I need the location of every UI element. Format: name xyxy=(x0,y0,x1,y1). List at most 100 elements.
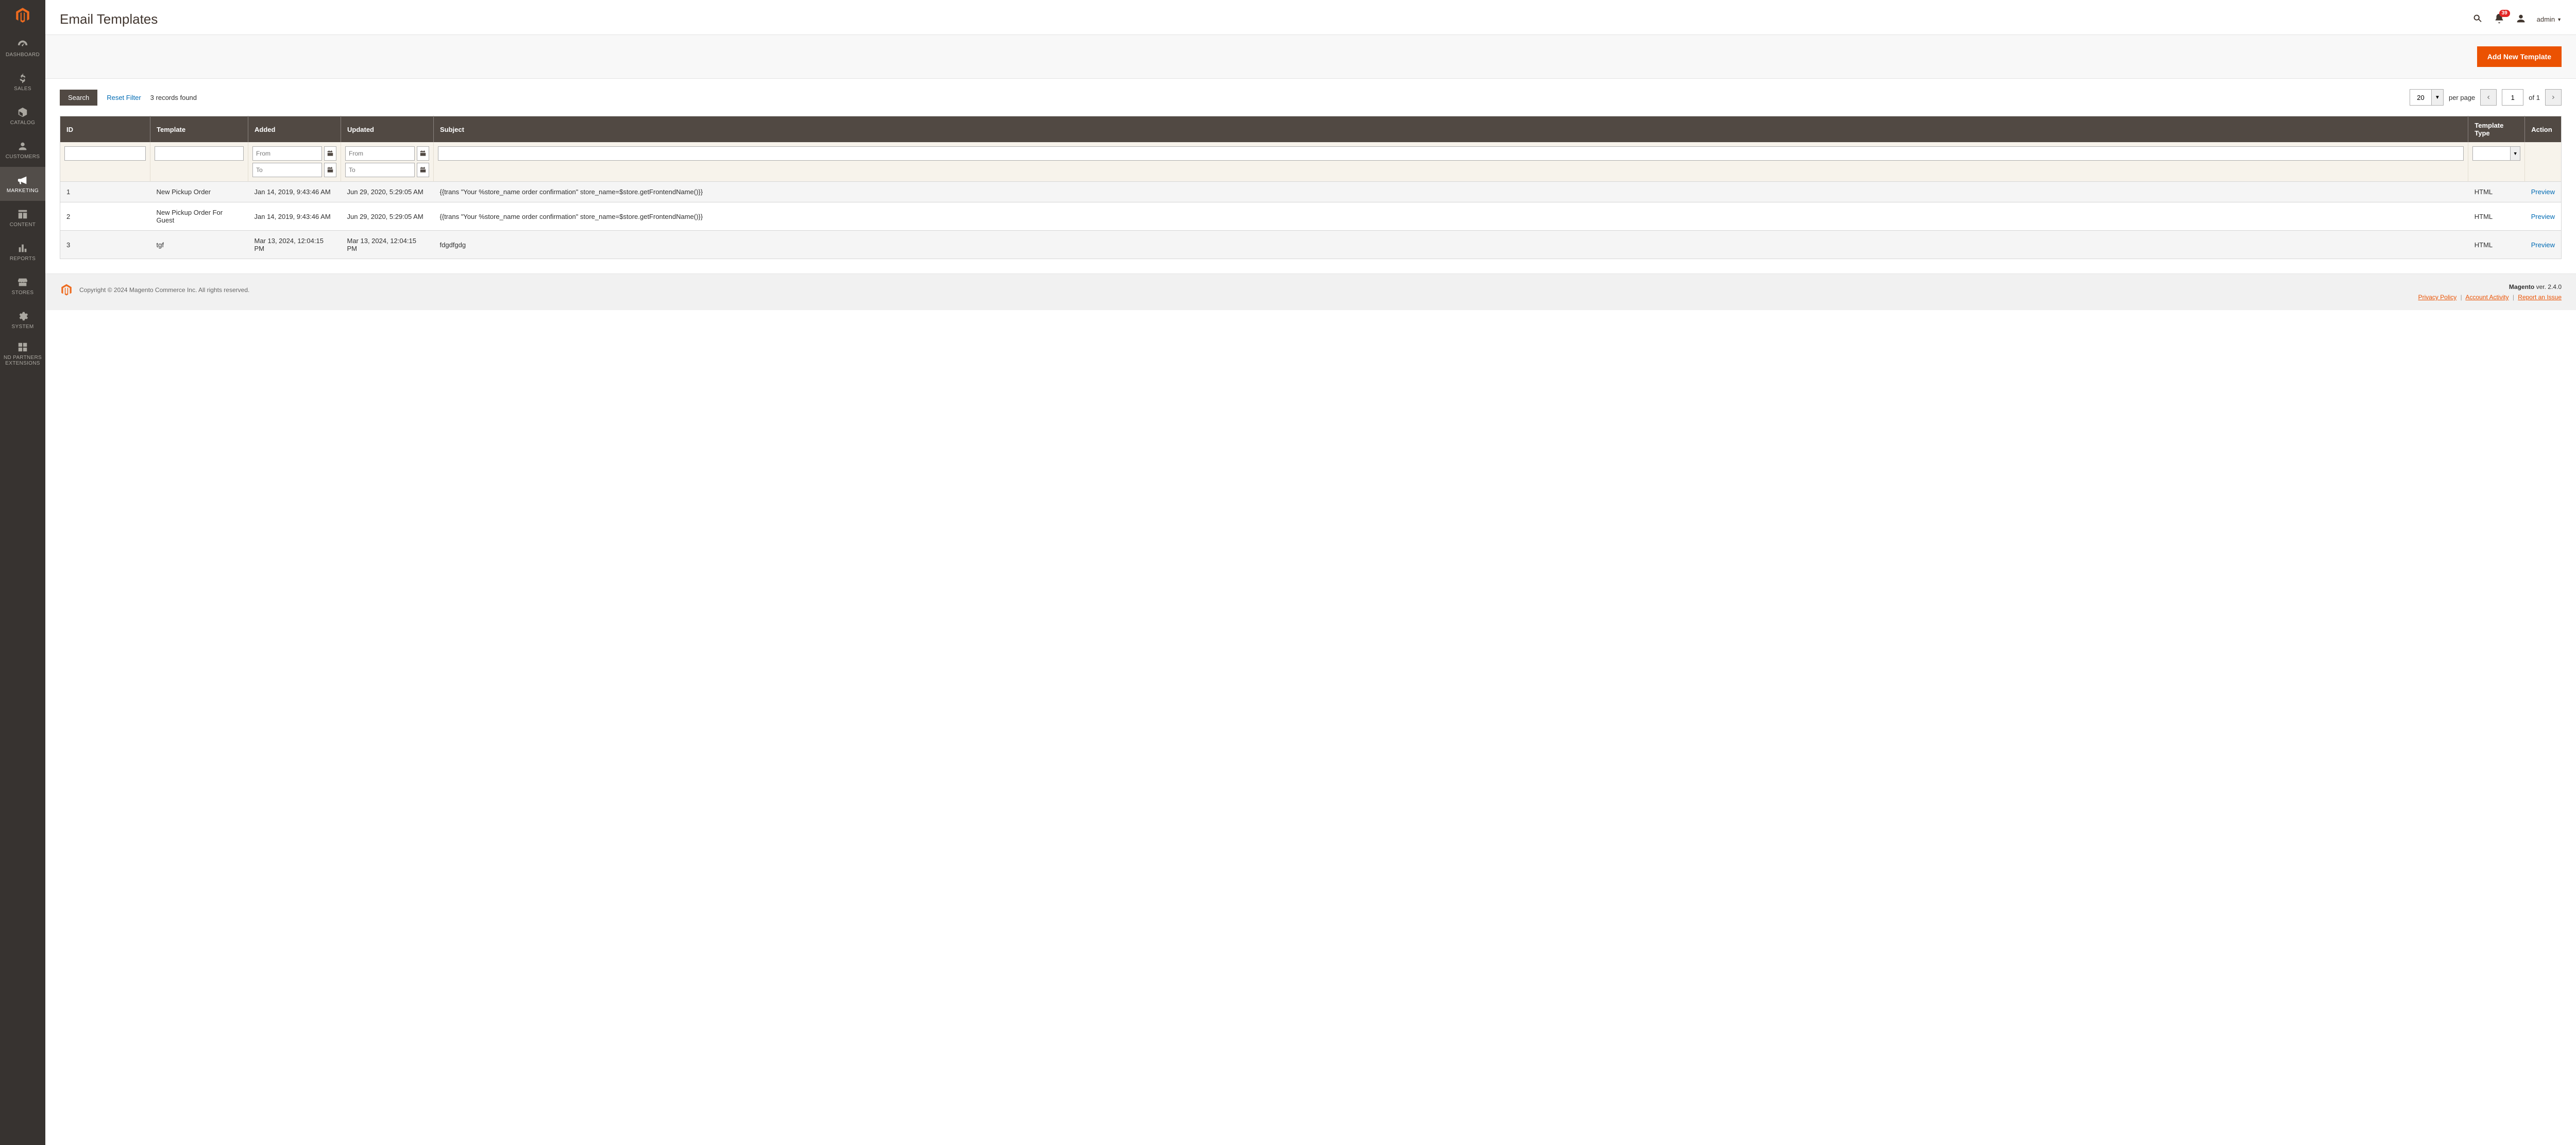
col-header-template[interactable]: Template xyxy=(150,116,248,143)
filter-template-input[interactable] xyxy=(155,146,244,161)
col-header-added[interactable]: Added xyxy=(248,116,341,143)
per-page-dropdown-button[interactable]: ▼ xyxy=(2431,89,2444,106)
sidebar-item-label: CONTENT xyxy=(10,222,36,228)
filter-added-to-input[interactable] xyxy=(252,163,322,177)
cell-type: HTML xyxy=(2468,231,2525,259)
col-header-id[interactable]: ID xyxy=(60,116,150,143)
cell-added: Jan 14, 2019, 9:43:46 AM xyxy=(248,202,341,231)
search-icon xyxy=(2472,13,2483,24)
preview-link[interactable]: Preview xyxy=(2531,241,2555,249)
footer: Copyright © 2024 Magento Commerce Inc. A… xyxy=(45,274,2576,310)
cell-type: HTML xyxy=(2468,202,2525,231)
account-activity-link[interactable]: Account Activity xyxy=(2465,294,2509,301)
cell-template: New Pickup Order For Guest xyxy=(150,202,248,231)
cell-subject: {{trans "Your %store_name order confirma… xyxy=(434,202,2468,231)
table-row[interactable]: 2New Pickup Order For GuestJan 14, 2019,… xyxy=(60,202,2562,231)
sidebar-item-catalog[interactable]: CATALOG xyxy=(0,99,45,133)
calendar-picker-button[interactable] xyxy=(417,146,429,161)
chevron-left-icon xyxy=(2486,95,2491,100)
sidebar-item-customers[interactable]: CUSTOMERS xyxy=(0,133,45,167)
col-header-action: Action xyxy=(2525,116,2562,143)
megaphone-icon xyxy=(17,175,28,186)
filter-type-dropdown-button[interactable]: ▼ xyxy=(2510,146,2520,161)
col-header-updated[interactable]: Updated xyxy=(341,116,434,143)
preview-link[interactable]: Preview xyxy=(2531,213,2555,220)
cell-updated: Jun 29, 2020, 5:29:05 AM xyxy=(341,202,434,231)
sidebar-item-content[interactable]: CONTENT xyxy=(0,201,45,235)
sidebar-item-dashboard[interactable]: DASHBOARD xyxy=(0,31,45,65)
privacy-policy-link[interactable]: Privacy Policy xyxy=(2418,294,2457,301)
filter-id-input[interactable] xyxy=(64,146,146,161)
cell-added: Jan 14, 2019, 9:43:46 AM xyxy=(248,182,341,202)
sidebar-item-label: STORES xyxy=(12,290,34,296)
cell-subject: {{trans "Your %store_name order confirma… xyxy=(434,182,2468,202)
sidebar-item-extensions[interactable]: ND PARTNERS EXTENSIONS xyxy=(0,337,45,371)
user-icon xyxy=(2515,13,2527,24)
sidebar-item-sales[interactable]: SALES xyxy=(0,65,45,99)
page-of-label: of 1 xyxy=(2529,94,2540,101)
col-header-type[interactable]: Template Type xyxy=(2468,116,2525,143)
table-row[interactable]: 1New Pickup OrderJan 14, 2019, 9:43:46 A… xyxy=(60,182,2562,202)
username-label: admin xyxy=(2537,15,2555,23)
col-header-subject[interactable]: Subject xyxy=(434,116,2468,143)
page-number-input[interactable] xyxy=(2502,89,2523,106)
filter-updated-from-input[interactable] xyxy=(345,146,415,161)
sidebar-item-label: SYSTEM xyxy=(12,324,34,330)
sidebar-item-label: ND PARTNERS EXTENSIONS xyxy=(2,355,43,366)
per-page-input[interactable] xyxy=(2410,89,2431,106)
calendar-icon xyxy=(419,150,427,157)
chevron-right-icon xyxy=(2551,95,2556,100)
cell-template: tgf xyxy=(150,231,248,259)
store-icon xyxy=(17,277,28,288)
sidebar-item-label: DASHBOARD xyxy=(6,52,40,58)
sidebar-item-marketing[interactable]: MARKETING xyxy=(0,167,45,201)
notifications-button[interactable]: 39 xyxy=(2494,13,2505,26)
sidebar-item-reports[interactable]: REPORTS xyxy=(0,235,45,269)
prev-page-button[interactable] xyxy=(2480,89,2497,106)
grid-controls: Search Reset Filter 3 records found ▼ pe… xyxy=(45,79,2576,116)
calendar-icon xyxy=(419,166,427,174)
sidebar-item-label: SALES xyxy=(14,86,31,92)
person-icon xyxy=(17,141,28,152)
calendar-picker-button[interactable] xyxy=(324,146,336,161)
user-dropdown[interactable]: admin ▼ xyxy=(2537,15,2562,23)
magento-footer-icon xyxy=(60,283,73,297)
version-label: Magento ver. 2.4.0 xyxy=(2418,283,2562,290)
cell-updated: Jun 29, 2020, 5:29:05 AM xyxy=(341,182,434,202)
page-title: Email Templates xyxy=(60,11,158,27)
filter-added-from-input[interactable] xyxy=(252,146,322,161)
reset-filter-link[interactable]: Reset Filter xyxy=(107,94,141,101)
cell-id: 2 xyxy=(60,202,150,231)
per-page-select[interactable]: ▼ xyxy=(2410,89,2444,106)
cell-subject: fdgdfgdg xyxy=(434,231,2468,259)
preview-link[interactable]: Preview xyxy=(2531,188,2555,196)
magento-logo-icon xyxy=(14,7,31,24)
sidebar-item-system[interactable]: SYSTEM xyxy=(0,303,45,337)
dollar-icon xyxy=(17,73,28,84)
calendar-picker-button[interactable] xyxy=(417,163,429,177)
add-new-template-button[interactable]: Add New Template xyxy=(2477,46,2562,67)
top-actions: 39 admin ▼ xyxy=(2472,13,2562,26)
bars-icon xyxy=(17,243,28,254)
filter-updated-to-input[interactable] xyxy=(345,163,415,177)
chevron-down-icon: ▼ xyxy=(2557,17,2562,22)
calendar-picker-button[interactable] xyxy=(324,163,336,177)
sidebar-item-label: CATALOG xyxy=(10,120,35,126)
table-row[interactable]: 3tgfMar 13, 2024, 12:04:15 PMMar 13, 202… xyxy=(60,231,2562,259)
blocks-icon xyxy=(17,341,28,353)
filter-subject-input[interactable] xyxy=(438,146,2464,161)
next-page-button[interactable] xyxy=(2545,89,2562,106)
cell-type: HTML xyxy=(2468,182,2525,202)
sidebar-item-stores[interactable]: STORES xyxy=(0,269,45,303)
search-grid-button[interactable]: Search xyxy=(60,90,97,106)
user-icon-button[interactable] xyxy=(2515,13,2527,26)
filter-type-select[interactable] xyxy=(2472,146,2510,161)
search-button[interactable] xyxy=(2472,13,2483,26)
templates-table: ID Template Added Updated Subject Templa… xyxy=(60,116,2562,259)
report-issue-link[interactable]: Report an Issue xyxy=(2518,294,2562,301)
calendar-icon xyxy=(327,166,334,174)
cell-template: New Pickup Order xyxy=(150,182,248,202)
records-found-label: 3 records found xyxy=(150,94,197,101)
calendar-icon xyxy=(327,150,334,157)
magento-logo[interactable] xyxy=(0,0,45,31)
